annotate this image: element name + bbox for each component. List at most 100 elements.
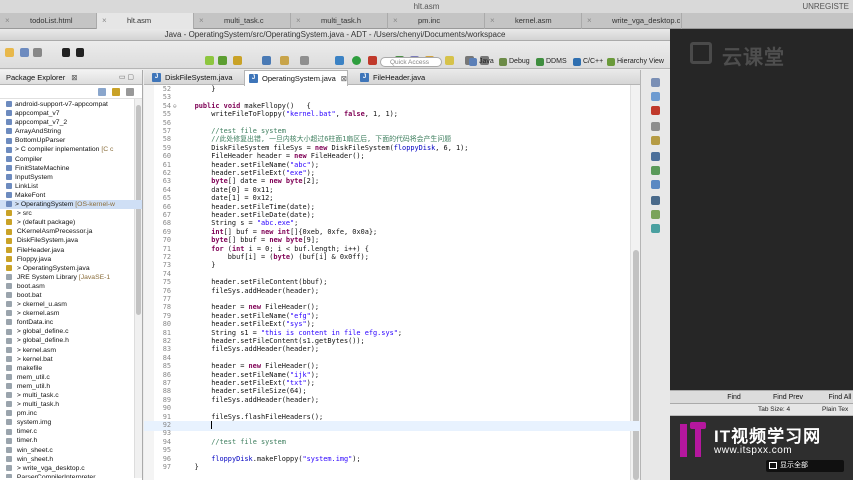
tree-item[interactable]: win_sheet.c <box>0 446 142 455</box>
close-icon[interactable]: × <box>5 13 10 29</box>
perspective-hierarchy-view[interactable]: Hierarchy View <box>606 56 664 68</box>
tree-item[interactable]: > multi_task.c <box>0 391 142 400</box>
declaration-icon[interactable] <box>651 136 660 145</box>
tree-item[interactable]: makefile <box>0 364 142 373</box>
build-icon[interactable] <box>280 56 289 65</box>
outline-icon[interactable] <box>651 78 660 87</box>
new-icon[interactable] <box>5 48 14 57</box>
perspective-ddms[interactable]: DDMS <box>535 56 567 68</box>
close-icon[interactable]: ⊠ <box>341 74 347 83</box>
save-icon[interactable] <box>20 48 29 57</box>
tree-item[interactable]: boot.bat <box>0 291 142 300</box>
quick-access-input[interactable]: Quick Access <box>380 57 442 67</box>
tree-item[interactable]: InputSystem <box>0 173 142 182</box>
annotation-icon[interactable] <box>445 56 454 65</box>
tree-item[interactable]: LinkList <box>0 182 142 191</box>
task-list-icon[interactable] <box>651 92 660 101</box>
tree-item[interactable]: BottomUpParser <box>0 136 142 145</box>
close-icon[interactable]: × <box>587 13 592 29</box>
close-icon[interactable]: × <box>102 13 107 29</box>
tree-item[interactable]: system.img <box>0 418 142 427</box>
perspective-debug[interactable]: Debug <box>498 56 530 68</box>
tab-operatingsystem[interactable]: J OperatingSystem.java ⊠ <box>244 70 349 86</box>
bg-tab-kernel-asm[interactable]: × kernel.asm <box>485 13 582 29</box>
build-config-icon[interactable] <box>300 56 309 65</box>
bg-tab-write-vga[interactable]: × write_vga_desktop.c <box>582 13 682 29</box>
bg-tab-pm-inc[interactable]: × pm.inc <box>388 13 485 29</box>
minimize-maximize-icon[interactable]: ▭ ▢ <box>119 70 134 85</box>
tree-item[interactable]: appcompat_v7_2 <box>0 118 142 127</box>
tree-item[interactable]: FinitStateMachine <box>0 164 142 173</box>
tree-item[interactable]: win_sheet.h <box>0 455 142 464</box>
bg-tab-multi-task-h[interactable]: × multi_task.h <box>291 13 388 29</box>
tree-item[interactable]: > global_define.c <box>0 327 142 336</box>
tab-size-status[interactable]: Tab Size: 4 <box>758 404 790 416</box>
tree-item[interactable]: > kernel.bat <box>0 355 142 364</box>
tree-item[interactable]: > ckernel_u.asm <box>0 300 142 309</box>
tree-item[interactable]: > ckernel.asm <box>0 309 142 318</box>
view-menu-icon[interactable] <box>126 88 134 96</box>
code-area[interactable]: 52 } 53 54 public void makeFllopy() {⊖ 55 w… <box>144 85 640 480</box>
bg-tab-hlt-asm[interactable]: × hlt.asm <box>97 13 194 29</box>
tree-item[interactable]: Floppy.java <box>0 255 142 264</box>
tree-item[interactable]: ArrayAndString <box>0 127 142 136</box>
run-icon[interactable] <box>352 56 361 65</box>
tree-item[interactable]: Compiler <box>0 155 142 164</box>
tree-item[interactable]: boot.asm <box>0 282 142 291</box>
javadoc-icon[interactable] <box>651 122 660 131</box>
tree-item[interactable]: > kernel.asm <box>0 346 142 355</box>
tree-item[interactable]: FileHeader.java <box>0 246 142 255</box>
close-icon[interactable]: × <box>199 13 204 29</box>
logcat-icon[interactable] <box>651 180 660 189</box>
link-editor-icon[interactable] <box>112 88 120 96</box>
bg-tab-todolist[interactable]: × todoList.html <box>0 13 97 29</box>
tree-item[interactable]: DiskFileSystem.java <box>0 236 142 245</box>
tree-item[interactable]: > src <box>0 209 142 218</box>
find-all-button[interactable]: Find All <box>820 391 853 404</box>
tree-item[interactable]: android-support-v7-appcompat <box>0 100 142 109</box>
show-all-button[interactable]: 显示全部 <box>766 460 844 472</box>
close-icon[interactable]: × <box>296 13 301 29</box>
close-icon[interactable]: × <box>393 13 398 29</box>
syntax-status[interactable]: Plain Tex <box>822 404 848 416</box>
collapse-all-icon[interactable] <box>98 88 106 96</box>
external-tools-icon[interactable] <box>368 56 377 65</box>
bg-tab-multi-task-c[interactable]: × multi_task.c <box>194 13 291 29</box>
tab-diskfilesystem[interactable]: J DiskFileSystem.java <box>148 70 233 85</box>
tree-item[interactable]: > global_define.h <box>0 336 142 345</box>
tree-item[interactable]: > (default package) <box>0 218 142 227</box>
tree-item[interactable]: appcompat_v7 <box>0 109 142 118</box>
upload-icon[interactable] <box>62 48 70 57</box>
tree-item[interactable]: timer.h <box>0 436 142 445</box>
download-icon[interactable] <box>76 48 84 57</box>
tree-item[interactable]: ParserCompilerInterpreter <box>0 473 142 478</box>
tree-item[interactable]: MakeFont <box>0 191 142 200</box>
tree-item[interactable]: fontData.inc <box>0 318 142 327</box>
android-sdk-icon[interactable] <box>205 56 214 65</box>
devices-icon[interactable] <box>651 196 660 205</box>
find-button[interactable]: Find <box>720 391 748 404</box>
tree-item[interactable]: pm.inc <box>0 409 142 418</box>
perspective-cpp[interactable]: C/C++ <box>572 56 603 68</box>
debug-run-icon[interactable] <box>335 56 344 65</box>
tree-item[interactable]: JRE System Library [JavaSE-1 <box>0 273 142 282</box>
code-line[interactable]: 97 } <box>144 463 640 473</box>
progress-icon[interactable] <box>651 166 660 175</box>
lint-icon[interactable] <box>233 56 242 65</box>
console-icon[interactable] <box>651 152 660 161</box>
avd-icon[interactable] <box>218 56 227 65</box>
perspective-java[interactable]: Java <box>468 56 494 68</box>
file-explorer-icon[interactable] <box>651 210 660 219</box>
print-icon[interactable] <box>33 48 42 57</box>
tree-item[interactable]: timer.c <box>0 427 142 436</box>
debug-icon[interactable] <box>262 56 271 65</box>
close-icon[interactable]: ⊠ <box>71 73 77 82</box>
problems-icon[interactable] <box>651 106 660 115</box>
emulator-icon[interactable] <box>651 224 660 233</box>
tab-fileheader[interactable]: J FileHeader.java <box>356 70 425 85</box>
tree-item[interactable]: mem_util.c <box>0 373 142 382</box>
tree-item[interactable]: > multi_task.h <box>0 400 142 409</box>
tree-item[interactable]: > OperatingSystem [OS-kernel-w <box>0 200 142 210</box>
tree-item[interactable]: CKernelAsmPrecessor.ja <box>0 227 142 236</box>
tree-item[interactable]: mem_util.h <box>0 382 142 391</box>
